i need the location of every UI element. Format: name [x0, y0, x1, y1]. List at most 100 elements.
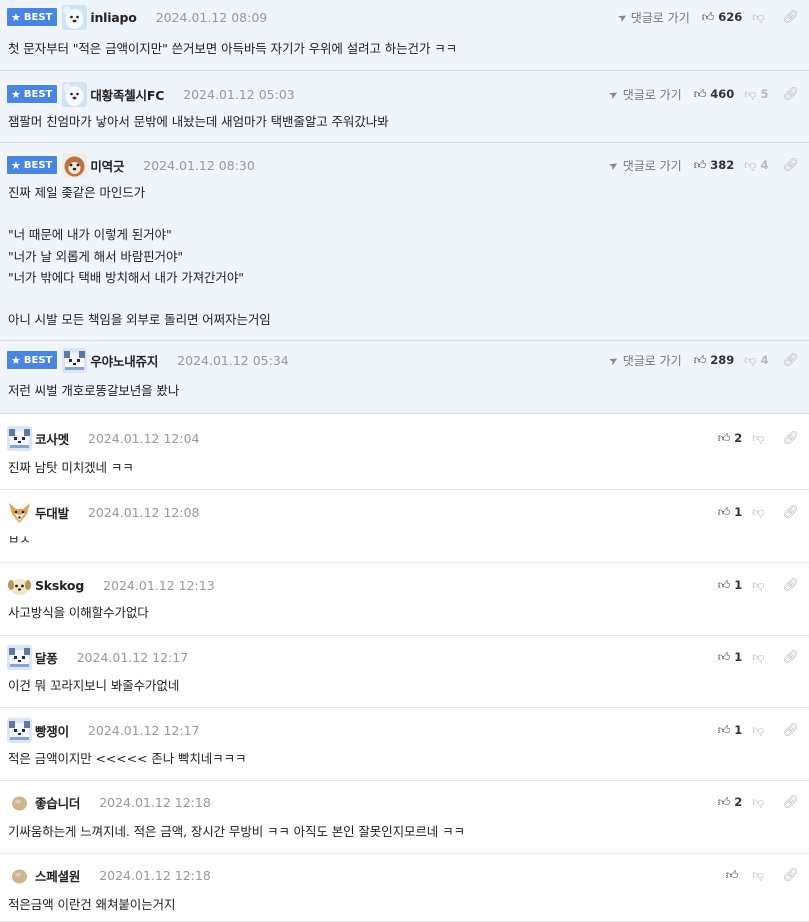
avatar-pixel-dog[interactable] — [7, 425, 32, 451]
nickname[interactable]: Skskog — [35, 578, 84, 593]
avatar-pixel-dog[interactable] — [7, 717, 32, 743]
comment-item: ★ BEST 미역긋 2024.01.12 08:30 ➤ 댓글로 가기 👍︎ 382 👎︎ 4 🔗… — [0, 143, 809, 341]
like-button[interactable]: 👍︎ — [726, 868, 743, 883]
like-count: 2 — [734, 795, 743, 809]
nickname[interactable]: 미역긋 — [90, 156, 124, 175]
comment-body: 첫 문자부터 "적은 금액이지만" 쓴거보면 아득바득 자기가 우위에 설려고 … — [8, 41, 458, 56]
avatar-puppy[interactable] — [7, 572, 32, 598]
link-icon[interactable]: 🔗︎ — [782, 723, 799, 738]
nickname[interactable]: 두대발 — [35, 503, 69, 522]
avatar-pixel-dog[interactable] — [7, 644, 32, 670]
link-icon[interactable]: 🔗︎ — [782, 431, 799, 446]
like-count: 1 — [734, 723, 743, 737]
comment-date: 2024.01.12 12:18 — [99, 794, 211, 810]
thumbs-up-icon: 👍︎ — [717, 649, 731, 664]
nickname[interactable]: 빵쟁이 — [35, 721, 69, 740]
dislike-button[interactable]: 👎︎ — [752, 505, 768, 520]
comment-actions: ➤ 댓글로 가기 👍︎ 382 👎︎ 4 🔗︎ — [606, 150, 799, 180]
comment-item: 빵쟁이 2024.01.12 12:17 👍︎ 1 👎︎ 🔗︎ 적은 금액이지만 <<<<<… — [0, 708, 809, 781]
go-to-reply-link[interactable]: ➤ 댓글로 가기 — [606, 157, 682, 174]
comment-item: ★ BEST inliapo 2024.01.12 08:09 ➤ 댓글로 가기 👍︎ 626… — [0, 0, 809, 71]
best-badge: ★ BEST — [7, 8, 58, 26]
thumbs-up-icon: 👍︎ — [717, 722, 731, 737]
comment-body: 적은 금액이지만 <<<<< 존나 빡치네ㅋㅋㅋ — [8, 751, 247, 766]
like-button[interactable]: 👍︎ 1 — [718, 723, 743, 738]
nickname[interactable]: 코사멧 — [35, 429, 69, 448]
thumbs-down-icon: 👎︎ — [752, 504, 765, 519]
comment-actions: 👍︎ 2 👎︎ 🔗︎ — [718, 423, 799, 453]
nickname[interactable]: 우야노내쥬지 — [90, 351, 158, 370]
nickname[interactable]: 스페셜원 — [35, 866, 80, 885]
dislike-button[interactable]: 👎︎ — [752, 431, 768, 446]
link-icon[interactable]: 🔗︎ — [782, 158, 799, 173]
dislike-button[interactable]: 👎︎ 4 — [744, 353, 768, 368]
comment-item: 스페셜원 2024.01.12 12:18 👍︎ 👎︎ 🔗︎ 적은금액 이란건 왜쳐붙이는… — [0, 854, 809, 922]
go-to-reply-label: 댓글로 가기 — [622, 158, 682, 173]
dislike-button[interactable]: 👎︎ 5 — [744, 87, 768, 102]
link-icon[interactable]: 🔗︎ — [782, 578, 799, 593]
comment-body: 사고방식을 이해할수가없다 — [8, 605, 149, 620]
like-button[interactable]: 👍︎ 460 — [694, 87, 735, 102]
comment-actions: ➤ 댓글로 가기 👍︎ 289 👎︎ 4 🔗︎ — [607, 345, 799, 375]
dislike-button[interactable]: 👎︎ — [752, 795, 768, 810]
like-button[interactable]: 👍︎ 289 — [694, 353, 735, 368]
like-button[interactable]: 👍︎ 2 — [718, 795, 743, 810]
like-button[interactable]: 👍︎ 1 — [718, 650, 743, 665]
nickname[interactable]: inliapo — [90, 10, 137, 25]
dislike-button[interactable]: 👎︎ — [752, 578, 768, 593]
comment-date: 2024.01.12 12:13 — [103, 577, 215, 593]
like-button[interactable]: 👍︎ 2 — [718, 431, 743, 446]
avatar-fox[interactable] — [7, 499, 32, 525]
comment-body: 잼팔머 친엄마가 낳아서 문밖에 내놨는데 새엄마가 택밴줄알고 주워갔나봐 — [8, 114, 389, 129]
link-icon[interactable]: 🔗︎ — [782, 505, 799, 520]
avatar-white-dog[interactable] — [62, 81, 88, 107]
like-button[interactable]: 👍︎ 626 — [702, 10, 743, 25]
thumbs-up-icon: 👍︎ — [693, 86, 707, 101]
link-icon[interactable]: 🔗︎ — [782, 650, 799, 665]
nickname[interactable]: 대황족첼시FC — [90, 85, 164, 104]
thumbs-up-icon: 👍︎ — [693, 352, 707, 367]
star-icon: ★ — [11, 10, 21, 24]
nickname[interactable]: 달퐁 — [35, 648, 58, 667]
like-button[interactable]: 👍︎ 1 — [718, 578, 743, 593]
avatar-brown-dog[interactable] — [62, 152, 88, 178]
comment-header: 달퐁 2024.01.12 12:17 — [7, 642, 188, 672]
dislike-button[interactable]: 👎︎ — [752, 10, 768, 25]
avatar-egg[interactable] — [7, 789, 32, 815]
navigate-arrow-icon: ➤ — [606, 157, 622, 173]
comment-header: ★ BEST inliapo 2024.01.12 08:09 — [7, 2, 267, 32]
avatar-pixel-dog[interactable] — [62, 347, 88, 373]
dislike-button[interactable]: 👎︎ — [752, 650, 768, 665]
comment-header: 코사멧 2024.01.12 12:04 — [7, 423, 199, 453]
comment-actions: 👍︎ 2 👎︎ 🔗︎ — [718, 787, 799, 817]
link-icon[interactable]: 🔗︎ — [782, 795, 799, 810]
go-to-reply-label: 댓글로 가기 — [622, 87, 682, 102]
best-badge-label: BEST — [23, 88, 53, 100]
link-icon[interactable]: 🔗︎ — [782, 868, 799, 883]
comment-item: 코사멧 2024.01.12 12:04 👍︎ 2 👎︎ 🔗︎ 진짜 남탓 미치겠네 ㅋㅋ — [0, 417, 809, 490]
like-button[interactable]: 👍︎ 1 — [718, 505, 743, 520]
dislike-button[interactable]: 👎︎ 4 — [744, 158, 768, 173]
comment-body: 적은금액 이란건 왜쳐붙이는거지 — [8, 897, 176, 912]
nickname[interactable]: 좋습니더 — [35, 793, 80, 812]
comment-body: ㅂㅅ — [8, 532, 31, 547]
link-icon[interactable]: 🔗︎ — [782, 10, 799, 25]
avatar-white-dog[interactable] — [62, 4, 88, 30]
link-icon[interactable]: 🔗︎ — [782, 87, 799, 102]
link-icon[interactable]: 🔗︎ — [782, 353, 799, 368]
dislike-button[interactable]: 👎︎ — [752, 868, 768, 883]
like-button[interactable]: 👍︎ 382 — [694, 158, 735, 173]
dislike-button[interactable]: 👎︎ — [752, 723, 768, 738]
comment-actions: 👍︎ 1 👎︎ 🔗︎ — [718, 497, 799, 527]
comment-item: Skskog 2024.01.12 12:13 👍︎ 1 👎︎ 🔗︎ 사고방식을 이해할수가… — [0, 563, 809, 636]
thumbs-down-icon: 👎︎ — [752, 867, 765, 882]
dislike-count: 4 — [760, 353, 769, 367]
avatar-egg[interactable] — [7, 862, 32, 888]
go-to-reply-link[interactable]: ➤ 댓글로 가기 — [615, 9, 690, 26]
comment-actions: 👍︎ 👎︎ 🔗︎ — [726, 860, 799, 890]
go-to-reply-link[interactable]: ➤ 댓글로 가기 — [607, 86, 682, 103]
thumbs-down-icon: 👎︎ — [744, 86, 757, 101]
thumbs-up-icon: 👍︎ — [693, 157, 707, 172]
star-icon: ★ — [11, 353, 21, 367]
go-to-reply-link[interactable]: ➤ 댓글로 가기 — [607, 352, 682, 369]
